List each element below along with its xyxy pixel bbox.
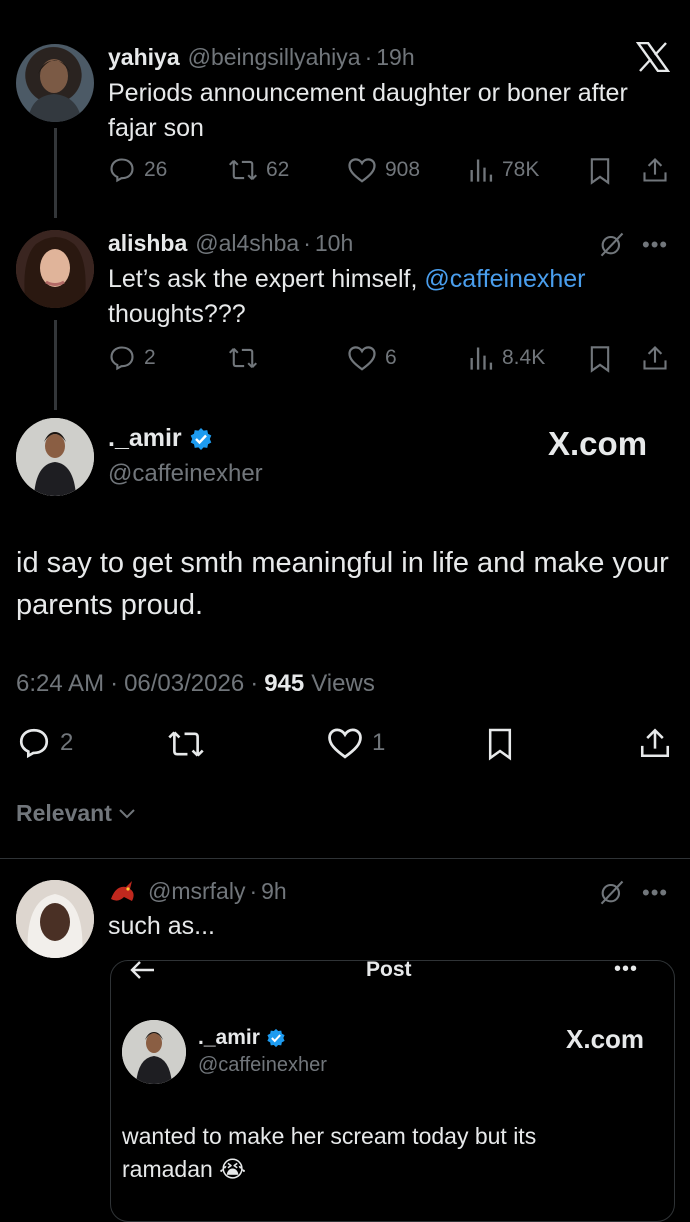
tweet-time[interactable]: 6:24 AM xyxy=(16,670,104,698)
avatar[interactable] xyxy=(16,880,94,958)
views-label: Views xyxy=(311,670,375,697)
tweet-text: such as... xyxy=(108,912,215,940)
share-icon[interactable] xyxy=(638,726,672,765)
tweet-header: alishba @al4shba · 10h xyxy=(108,230,353,257)
reply-count: 2 xyxy=(144,346,156,369)
timestamp[interactable]: 19h xyxy=(376,44,414,71)
chevron-down-icon xyxy=(119,808,135,818)
bookmark-icon[interactable] xyxy=(486,727,514,766)
views-count: 78K xyxy=(502,158,540,181)
retweet-count: 62 xyxy=(266,158,290,181)
author-name[interactable]: ._amir xyxy=(108,424,182,453)
views-count: 945 xyxy=(264,670,305,697)
quote-author-handle: @caffeinexher xyxy=(198,1054,327,1076)
views-icon xyxy=(470,347,493,370)
author-name[interactable]: alishba xyxy=(108,230,187,257)
brand-watermark: X.com xyxy=(548,425,648,462)
quote-text: wanted to make her scream today but its … xyxy=(122,1123,537,1182)
author-handle[interactable]: @msrfaly xyxy=(148,878,245,905)
divider xyxy=(0,858,690,859)
sort-dropdown[interactable]: Relevant xyxy=(16,800,136,827)
views-icon xyxy=(470,159,493,182)
like-button[interactable]: 6 xyxy=(347,344,397,372)
dot-separator: · xyxy=(250,670,259,697)
reply-button[interactable]: 2 xyxy=(16,726,73,760)
views-button[interactable]: 8.4K xyxy=(468,344,545,372)
reply-button[interactable]: 26 xyxy=(108,156,167,184)
heart-icon xyxy=(348,346,376,371)
share-icon[interactable] xyxy=(641,156,669,189)
author-handle[interactable]: @al4shba xyxy=(195,230,299,257)
reply-icon xyxy=(19,728,49,759)
author-handle[interactable]: @beingsillyahiya xyxy=(188,44,361,71)
like-count: 6 xyxy=(385,346,397,369)
verified-badge-icon xyxy=(267,1028,285,1048)
tweet-meta: 6:24 AM · 06/03/2026 · 945 Views xyxy=(16,670,375,698)
retweet-icon xyxy=(228,160,258,180)
x-logo-icon[interactable] xyxy=(635,41,671,77)
author-handle[interactable]: @caffeinexher xyxy=(108,460,263,488)
retweet-icon[interactable] xyxy=(166,728,206,765)
thread-line xyxy=(54,128,57,218)
reply-icon xyxy=(110,346,134,371)
dragon-emoji-icon xyxy=(111,880,134,901)
reply-count: 2 xyxy=(60,729,74,756)
reply-button[interactable]: 2 xyxy=(108,344,156,372)
thread-line xyxy=(54,320,57,410)
tweet-text: Let’s ask the expert himself, @caffeinex… xyxy=(108,262,678,332)
author-row: ._amir xyxy=(108,424,213,453)
like-button[interactable]: 1 xyxy=(326,726,385,760)
retweet-button[interactable]: 62 xyxy=(228,156,289,184)
retweet-button[interactable] xyxy=(228,344,258,372)
mention-link[interactable]: @caffeinexher xyxy=(424,265,585,293)
more-icon[interactable]: ••• xyxy=(642,232,668,258)
views-count: 8.4K xyxy=(502,346,546,369)
more-icon[interactable]: ••• xyxy=(614,958,638,981)
quote-author-name: ._amir xyxy=(198,1026,260,1049)
tweet-header: @msrfaly · 9h xyxy=(108,878,287,905)
back-arrow-icon[interactable] xyxy=(130,958,156,987)
like-count: 1 xyxy=(372,729,386,756)
like-button[interactable]: 908 xyxy=(347,156,420,184)
like-count: 908 xyxy=(385,158,421,181)
tweet-text-part: Let’s ask the expert himself, xyxy=(108,265,425,293)
bookmark-icon[interactable] xyxy=(588,345,612,378)
grok-icon[interactable] xyxy=(598,230,626,263)
share-icon[interactable] xyxy=(641,344,669,377)
dot-separator: · xyxy=(303,230,311,256)
brand-watermark: X.com xyxy=(566,1024,645,1054)
bookmark-icon[interactable] xyxy=(588,157,612,190)
avatar[interactable] xyxy=(16,230,94,308)
retweet-icon xyxy=(228,348,258,368)
tweet-date[interactable]: 06/03/2026 xyxy=(124,670,244,698)
more-icon[interactable]: ••• xyxy=(642,880,668,906)
verified-badge-icon xyxy=(190,427,211,450)
reply-icon xyxy=(110,158,134,183)
grok-icon[interactable] xyxy=(598,878,626,911)
quote-author-row: ._amir xyxy=(198,1026,286,1050)
dot-separator: · xyxy=(110,670,119,697)
heart-icon xyxy=(328,728,362,759)
tweet-header: yahiya @beingsillyahiya · 19h xyxy=(108,44,415,71)
tweet-text-part: thoughts??? xyxy=(108,300,246,328)
sort-label: Relevant xyxy=(16,800,112,826)
avatar xyxy=(122,1020,186,1084)
author-name[interactable]: yahiya xyxy=(108,44,180,71)
avatar[interactable] xyxy=(16,44,94,122)
reply-count: 26 xyxy=(144,158,168,181)
timestamp[interactable]: 10h xyxy=(315,230,353,257)
avatar[interactable] xyxy=(16,418,94,496)
timestamp[interactable]: 9h xyxy=(261,878,287,905)
dot-separator: · xyxy=(364,44,373,70)
dot-separator: · xyxy=(249,878,258,904)
heart-icon xyxy=(348,158,376,183)
tweet-text: Periods announcement daughter or boner a… xyxy=(108,79,628,142)
views-button[interactable]: 78K xyxy=(468,156,539,184)
tweet-text: id say to get smth meaningful in life an… xyxy=(16,547,669,621)
quote-header-title: Post xyxy=(366,958,412,981)
